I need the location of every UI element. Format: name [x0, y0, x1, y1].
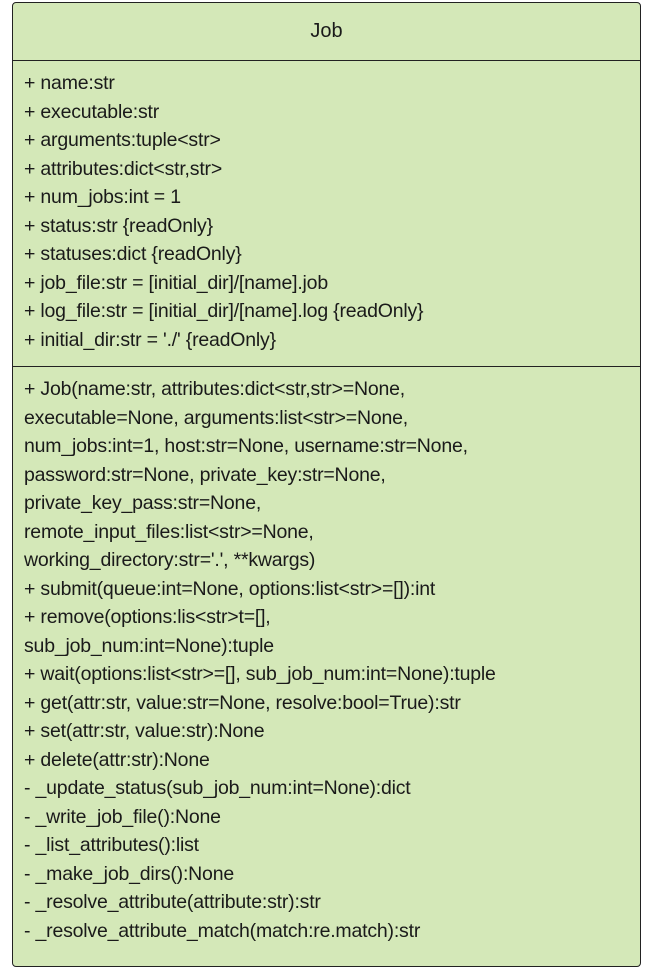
operation-line: - _list_attributes():list [24, 834, 199, 856]
attribute-line: + executable:str [24, 100, 160, 123]
operation-line: - _make_job_dirs():None [24, 862, 234, 885]
operation-line: + remove(options:lis<str>t=[], [24, 606, 271, 628]
attribute-line: + name:str [24, 72, 115, 94]
attribute-line: + arguments:tuple<str> [24, 129, 221, 151]
operation-line: executable=None, arguments:list<str>=Non… [24, 406, 408, 429]
attribute-line: + num_jobs:int = 1 [24, 186, 181, 208]
operation-line: working_directory:str='.', **kwargs) [24, 549, 316, 571]
attribute-line: + job_file:str = [initial_dir]/[name].jo… [24, 271, 328, 294]
operation-line: remote_input_files:list<str>=None, [24, 520, 314, 543]
operation-line: + Job(name:str, attributes:dict<str,str>… [24, 378, 405, 400]
operation-line: + wait(options:list<str>=[], sub_job_num… [24, 663, 496, 685]
operation-line: num_jobs:int=1, host:str=None, username:… [24, 435, 468, 457]
operation-line: - _resolve_attribute_match(match:re.matc… [24, 919, 421, 942]
attribute-line: + attributes:dict<str,str> [24, 157, 223, 180]
operations-compartment: + Job(name:str, attributes:dict<str,str>… [13, 367, 640, 966]
attribute-line: + initial_dir:str = './' {readOnly} [24, 328, 276, 351]
operation-line: sub_job_num:int=None):tuple [24, 634, 274, 657]
attribute-line: + statuses:dict {readOnly} [24, 243, 242, 265]
class-name: Job [13, 3, 640, 61]
operation-line: private_key_pass:str=None, [24, 492, 262, 514]
operation-line: + set(attr:str, value:str):None [24, 720, 265, 742]
operation-line: - _resolve_attribute(attribute:str):str [24, 891, 321, 913]
uml-class-box: Job + name:str + executable:str + argume… [12, 2, 641, 967]
attribute-line: + log_file:str = [initial_dir]/[name].lo… [24, 300, 424, 322]
operation-line: + submit(queue:int=None, options:list<st… [24, 577, 436, 600]
attributes-compartment: + name:str + executable:str + arguments:… [13, 61, 640, 367]
operation-line: + delete(attr:str):None [24, 748, 210, 771]
operation-line: password:str=None, private_key:str=None, [24, 463, 386, 486]
attribute-line: + status:str {readOnly} [24, 214, 213, 237]
operation-line: + get(attr:str, value:str=None, resolve:… [24, 691, 461, 714]
operation-line: - _write_job_file():None [24, 805, 221, 828]
operation-line: - _update_status(sub_job_num:int=None):d… [24, 777, 411, 799]
